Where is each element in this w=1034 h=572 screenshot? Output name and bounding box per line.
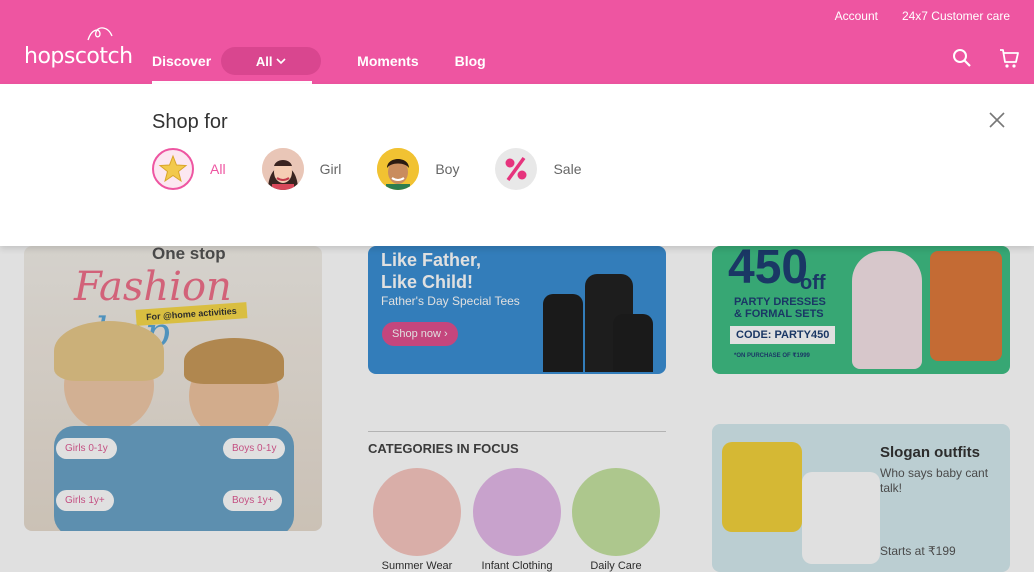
all-category-dropdown[interactable]: All <box>221 47 322 75</box>
close-icon[interactable] <box>988 111 1006 129</box>
logo-text: hopscotch <box>24 43 133 69</box>
nav-blog[interactable]: Blog <box>455 53 486 69</box>
shop-for-panel: Shop for All Girl Boy Sale <box>0 84 1034 246</box>
main-nav: Discover All Moments Blog <box>152 47 486 75</box>
shop-for-options: All Girl Boy Sale <box>152 148 618 190</box>
page-overlay[interactable] <box>0 246 1034 572</box>
shop-for-all[interactable]: All <box>152 148 226 190</box>
account-link[interactable]: Account <box>835 9 878 23</box>
shop-for-boy[interactable]: Boy <box>377 148 459 190</box>
logo-swirl-icon <box>87 27 113 41</box>
shop-for-girl[interactable]: Girl <box>261 148 342 190</box>
hopscotch-logo[interactable]: hopscotch <box>24 27 133 74</box>
girl-avatar <box>261 148 304 190</box>
star-icon <box>152 148 194 190</box>
top-links: Account 24x7 Customer care <box>835 9 1010 23</box>
shop-for-boy-label: Boy <box>435 161 460 177</box>
chevron-down-icon <box>276 58 287 65</box>
boy-avatar <box>377 148 420 190</box>
panel-title: Shop for <box>152 111 228 133</box>
customer-care-link[interactable]: 24x7 Customer care <box>902 9 1010 23</box>
shop-for-girl-label: Girl <box>319 161 342 177</box>
cart-icon[interactable] <box>999 48 1019 70</box>
shop-for-sale[interactable]: Sale <box>495 148 582 190</box>
shop-for-sale-label: Sale <box>553 161 582 177</box>
shop-for-all-label: All <box>210 161 226 177</box>
search-icon[interactable] <box>952 48 972 68</box>
nav-moments[interactable]: Moments <box>357 53 418 69</box>
percent-icon <box>495 148 538 190</box>
nav-discover[interactable]: Discover <box>152 53 211 69</box>
all-dropdown-label: All <box>255 53 273 69</box>
top-header: Account 24x7 Customer care hopscotch Dis… <box>0 0 1034 84</box>
